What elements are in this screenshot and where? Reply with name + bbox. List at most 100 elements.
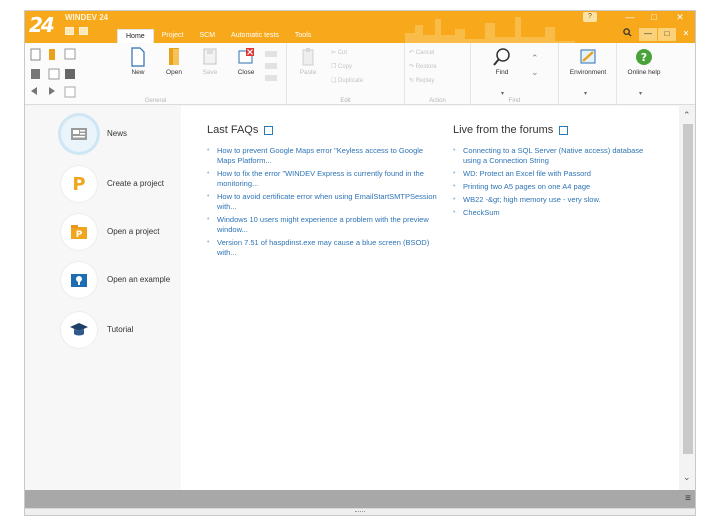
search-icon[interactable]	[619, 28, 635, 41]
help-dropdown-icon[interactable]: ▾	[639, 90, 642, 97]
open-button[interactable]: Open	[157, 47, 191, 76]
sidebar-item-label: Open an example	[107, 275, 171, 284]
help-icon: ?	[636, 49, 652, 65]
sidebar-item-create-project[interactable]: P Create a project	[61, 166, 187, 202]
faq-title: Last FAQs	[207, 124, 259, 136]
editor-minimize-button[interactable]: —	[639, 28, 657, 41]
paste-icon	[302, 48, 314, 66]
resize-grip-icon[interactable]	[355, 511, 365, 513]
group-label-find: Find	[508, 98, 521, 104]
forum-link[interactable]: Connecting to a SQL Server (Native acces…	[453, 146, 663, 166]
list-options-icon[interactable]	[263, 49, 283, 89]
app-title: WINDEV 24	[65, 13, 109, 22]
ribbon-group-action: ↶ Cancel ↷ Restore ↻ Replay Action	[405, 43, 471, 105]
open-example-icon	[61, 262, 97, 298]
forums-title: Live from the forums	[453, 124, 554, 136]
create-project-icon: P	[61, 166, 97, 202]
layout-icon[interactable]	[79, 27, 88, 35]
grid-icon[interactable]	[65, 27, 74, 35]
environment-label: Environment	[569, 69, 607, 76]
tab-home[interactable]: Home	[117, 29, 154, 43]
restore-button[interactable]: ↷ Restore	[409, 63, 437, 70]
faq-link[interactable]: How to prevent Google Maps error "Keyles…	[207, 146, 437, 166]
faq-link[interactable]: Windows 10 users might experience a prob…	[207, 215, 437, 235]
close-label: Close	[237, 69, 255, 76]
scroll-down-icon[interactable]: ⌄	[683, 472, 691, 483]
sidebar-item-news[interactable]: News	[61, 116, 187, 152]
cut-button[interactable]: ✂ Cut	[331, 49, 347, 56]
paste-label: Paste	[299, 69, 317, 76]
open-label: Open	[166, 69, 182, 76]
ribbon-group-help: ? Online help ▾	[617, 43, 671, 105]
bottom-panel-bar: ≡	[25, 490, 695, 508]
environment-button[interactable]: Environment	[561, 47, 615, 76]
ribbon-group-general: New Open Save Close General	[25, 43, 287, 105]
replay-button[interactable]: ↻ Replay	[409, 77, 434, 84]
save-icon	[203, 48, 217, 65]
hamburger-menu-icon[interactable]: ≡	[685, 493, 691, 504]
close-button[interactable]: Close	[229, 47, 263, 76]
editor-close-button[interactable]: ✕	[677, 28, 695, 41]
online-help-button[interactable]: ? Online help	[619, 47, 669, 76]
forum-list: Connecting to a SQL Server (Native acces…	[453, 146, 663, 221]
online-help-label: Online help	[627, 69, 661, 76]
new-button[interactable]: New	[121, 47, 155, 76]
close-window-button[interactable]: ✕	[669, 11, 691, 24]
duplicate-label: Duplicate	[338, 78, 364, 84]
forum-link[interactable]: Printing two A5 pages on one A4 page	[453, 182, 663, 192]
editor-maximize-button[interactable]: □	[658, 28, 676, 41]
sidebar-item-open-project[interactable]: P Open a project	[61, 214, 187, 250]
title-bar: 24 WINDEV 24 Home Project SCM Automatic …	[25, 11, 695, 43]
environment-icon	[580, 49, 596, 64]
forums-header: Live from the forums	[453, 124, 569, 136]
paste-button[interactable]: Paste	[291, 47, 325, 76]
vertical-scrollbar[interactable]: ⌃ ⌄	[679, 106, 695, 490]
forum-link[interactable]: WD: Protect an Excel file with Passord	[453, 169, 663, 179]
external-link-icon[interactable]	[264, 125, 274, 135]
sidebar-item-label: Open a project	[107, 227, 160, 236]
news-icon	[61, 116, 97, 152]
faq-list: How to prevent Google Maps error "Keyles…	[207, 146, 437, 261]
scrollbar-thumb[interactable]	[683, 124, 693, 454]
find-dropdown-icon[interactable]: ▾	[501, 90, 504, 97]
start-sidebar: News P Create a project P Open a project…	[25, 106, 181, 490]
external-link-icon[interactable]	[559, 125, 569, 135]
ribbon-group-environment: Environment ▾	[559, 43, 617, 105]
app-window: 24 WINDEV 24 Home Project SCM Automatic …	[24, 10, 696, 516]
sidebar-item-tutorial[interactable]: Tutorial	[61, 312, 187, 348]
cancel-button[interactable]: ↶ Cancel	[409, 49, 434, 56]
save-button[interactable]: Save	[193, 47, 227, 76]
tab-automatic-tests[interactable]: Automatic tests	[223, 29, 287, 43]
group-label-action: Action	[429, 98, 446, 104]
tab-project[interactable]: Project	[154, 29, 192, 43]
copy-label: Copy	[338, 64, 353, 70]
quick-element-icons[interactable]	[29, 47, 109, 101]
tab-scm[interactable]: SCM	[191, 29, 223, 43]
copy-button[interactable]: ❐ Copy	[331, 63, 352, 70]
tab-tools[interactable]: Tools	[287, 29, 319, 43]
faq-link[interactable]: How to fix the error "WINDEV Express is …	[207, 169, 437, 189]
home-page: News P Create a project P Open a project…	[25, 106, 695, 490]
help-badge[interactable]: ?	[583, 12, 597, 22]
find-up-icon[interactable]: ⌃	[531, 53, 539, 64]
sidebar-item-open-example[interactable]: Open an example	[61, 262, 187, 298]
environment-dropdown-icon[interactable]: ▾	[584, 90, 587, 97]
scroll-up-icon[interactable]: ⌃	[683, 110, 691, 121]
forum-link[interactable]: WB22 -&gt; high memory use - very slow.	[453, 195, 663, 205]
ribbon: New Open Save Close General Paste ✂ Cut …	[25, 43, 695, 105]
minimize-button[interactable]: —	[619, 11, 641, 24]
find-button[interactable]: Find	[485, 47, 519, 76]
news-content: Last FAQs How to prevent Google Maps err…	[181, 106, 679, 490]
open-folder-icon	[169, 48, 179, 65]
duplicate-button[interactable]: ❏ Duplicate	[331, 77, 363, 84]
find-label: Find	[495, 69, 509, 76]
faq-link[interactable]: How to avoid certificate error when usin…	[207, 192, 437, 212]
close-document-icon	[238, 48, 254, 64]
forum-link[interactable]: CheckSum	[453, 208, 663, 218]
find-down-icon[interactable]: ⌄	[531, 67, 539, 78]
svg-text:P: P	[76, 230, 83, 240]
maximize-button[interactable]: □	[643, 11, 665, 24]
restore-label: Restore	[415, 64, 437, 70]
faq-link[interactable]: Version 7.51 of haspdinst.exe may cause …	[207, 238, 437, 258]
group-label-general: General	[144, 98, 167, 104]
